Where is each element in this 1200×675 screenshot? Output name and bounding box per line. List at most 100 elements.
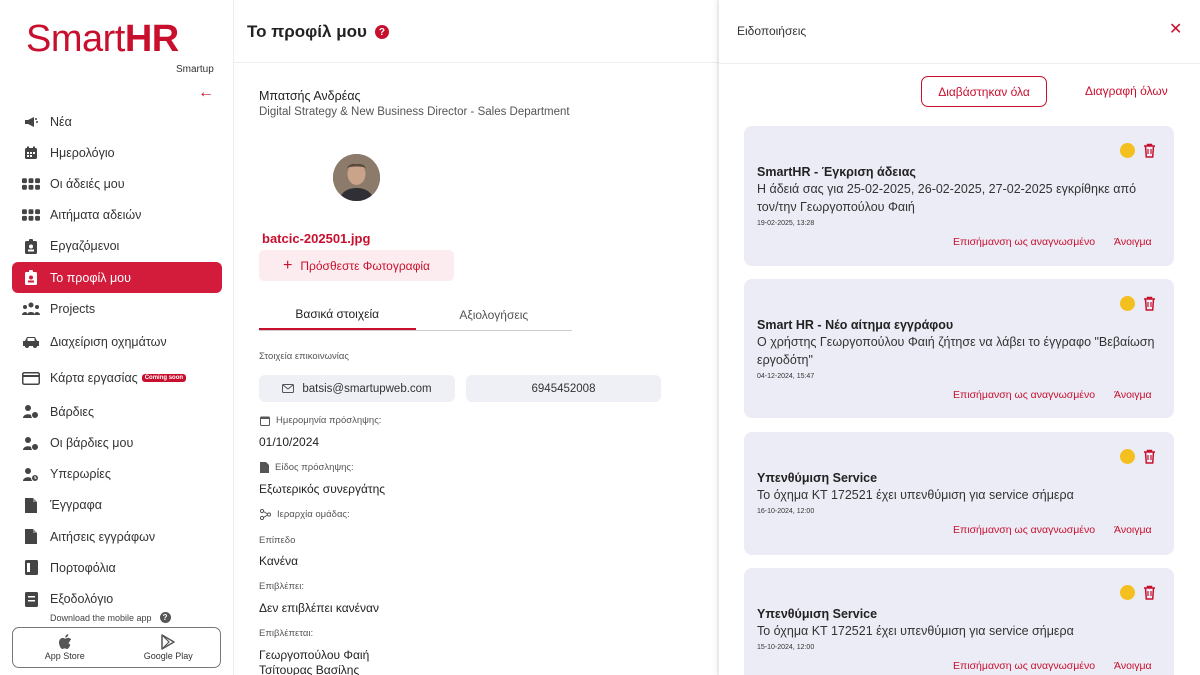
calendar-icon [22, 145, 40, 161]
mark-read-link[interactable]: Επισήμανση ως αναγνωσμένο [953, 524, 1095, 536]
card-icon [22, 370, 40, 386]
badge-icon [22, 238, 40, 254]
sidebar-item-label: Κάρτα εργασίας [50, 371, 138, 386]
close-icon[interactable]: ✕ [1169, 22, 1182, 38]
sidebar-item-label: Ημερολόγιο [50, 145, 115, 160]
document-icon [22, 497, 40, 513]
shift-icon [22, 435, 40, 451]
car-icon [22, 334, 40, 350]
notification-title: Υπενθύμιση Service [757, 471, 878, 485]
sidebar-item-overtime[interactable]: Υπερωρίες [12, 459, 222, 490]
open-link[interactable]: Άνοιγμα [1114, 524, 1152, 536]
mark-read-link[interactable]: Επισήμανση ως αναγνωσμένο [953, 389, 1095, 401]
sidebar: SmartHR Smartup ← Νέα Ημερολόγιο Οι άδει… [0, 0, 234, 675]
open-link[interactable]: Άνοιγμα [1114, 389, 1152, 401]
email-pill[interactable]: batsis@smartupweb.com [259, 375, 455, 402]
notification-body: Το όχημα ΚΤ 172521 έχει υπενθύμιση για s… [757, 488, 1074, 502]
sidebar-item-shifts[interactable]: Βάρδιες [12, 396, 222, 427]
collapse-sidebar-icon[interactable]: ← [198, 85, 214, 101]
sidebar-item-leave-requests[interactable]: Αιτήματα αδειών [12, 200, 222, 231]
trash-icon[interactable] [1143, 585, 1156, 600]
phone-pill[interactable]: 6945452008 [466, 375, 661, 402]
app-root: SmartHR Smartup ← Νέα Ημερολόγιο Οι άδει… [0, 0, 1200, 675]
sidebar-item-label: Έγγραφα [50, 498, 102, 513]
sidebar-item-work-card[interactable]: Κάρτα εργασίας Coming soon [12, 360, 222, 396]
app-store-button[interactable]: App Store [13, 628, 117, 667]
sidebar-item-projects[interactable]: Projects [12, 293, 222, 324]
receipt-icon [22, 591, 40, 607]
mark-read-link[interactable]: Επισήμανση ως αναγνωσμένο [953, 660, 1095, 672]
profile-tabs: Βασικά στοιχεία Αξιολογήσεις [259, 300, 572, 331]
notification-body: Το όχημα ΚΤ 172521 έχει υπενθύμιση για s… [757, 624, 1074, 638]
sidebar-item-news[interactable]: Νέα [12, 106, 222, 137]
download-app-text: Download the mobile app ? [50, 612, 171, 623]
help-icon[interactable]: ? [159, 612, 171, 623]
notification-card: Υπενθύμιση Service Το όχημα ΚΤ 172521 έχ… [744, 568, 1174, 675]
sidebar-item-label: Βάρδιες [50, 404, 95, 419]
notification-date: 04-12-2024, 15:47 [757, 373, 815, 380]
hierarchy-icon [260, 509, 271, 520]
notification-title: Υπενθύμιση Service [757, 607, 878, 621]
notification-card: SmartHR - Έγκριση άδειας Η άδειά σας για… [744, 126, 1174, 266]
help-icon[interactable]: ? [374, 25, 389, 39]
hierarchy-label-text: Ιεραρχία ομάδας: [277, 509, 350, 520]
hire-date-label-text: Ημερομηνία πρόσληψης: [276, 415, 382, 426]
notifications-title: Ειδοποιήσεις [737, 24, 807, 38]
tab-basic-info[interactable]: Βασικά στοιχεία [259, 300, 416, 330]
sidebar-item-document-requests[interactable]: Αιτήσεις εγγράφων [12, 521, 222, 552]
google-play-button[interactable]: Google Play [117, 628, 221, 667]
add-photo-button[interactable]: + Πρόσθεστε Φωτογραφία [259, 250, 454, 281]
sidebar-item-employees[interactable]: Εργαζόμενοι [12, 231, 222, 262]
document-icon [22, 529, 40, 545]
notification-body: Ο χρήστης Γεωργοπούλου Φαιή ζήτησε να λά… [757, 335, 1155, 367]
trash-icon[interactable] [1143, 449, 1156, 464]
sidebar-item-my-leaves[interactable]: Οι άδειές μου [12, 168, 222, 199]
sidebar-item-wallets[interactable]: Πορτοφόλια [12, 552, 222, 583]
hire-type-label: Είδος πρόσληψης: [260, 462, 354, 473]
notification-card: Υπενθύμιση Service Το όχημα ΚΤ 172521 έχ… [744, 432, 1174, 555]
sidebar-item-label: Υπερωρίες [50, 467, 111, 482]
photo-filename[interactable]: batcic-202501.jpg [262, 231, 370, 246]
megaphone-icon [22, 114, 40, 130]
hire-date-label: Ημερομηνία πρόσληψης: [260, 415, 381, 426]
calendar-outline-icon [260, 416, 270, 426]
coming-soon-badge: Coming soon [141, 374, 187, 383]
avatar[interactable] [333, 154, 380, 201]
open-link[interactable]: Άνοιγμα [1114, 660, 1152, 672]
panel-divider [719, 63, 1200, 64]
sidebar-item-my-shifts[interactable]: Οι βάρδιες μου [12, 428, 222, 459]
delete-all-button[interactable]: Διαγραφή όλων [1085, 84, 1168, 98]
logo[interactable]: SmartHR [26, 18, 179, 60]
sidebar-item-label: Διαχείριση οχημάτων [50, 335, 167, 350]
tab-evaluations[interactable]: Αξιολογήσεις [416, 300, 573, 330]
grid-icon [22, 207, 40, 223]
sidebar-item-label: Νέα [50, 114, 72, 129]
sidebar-item-expenses[interactable]: Εξοδολόγιο [12, 583, 222, 614]
mark-all-read-button[interactable]: Διαβάστηκαν όλα [921, 76, 1047, 107]
notification-body: Η άδειά σας για 25-02-2025, 26-02-2025, … [757, 182, 1137, 214]
notification-title: Smart HR - Νέο αίτημα εγγράφου [757, 318, 954, 332]
sidebar-item-label: Οι βάρδιες μου [50, 436, 134, 451]
unread-dot-icon [1120, 143, 1135, 158]
mark-read-link[interactable]: Επισήμανση ως αναγνωσμένο [953, 236, 1095, 248]
sidebar-item-label: Πορτοφόλια [50, 560, 116, 575]
app-store-links: App Store Google Play [12, 627, 221, 668]
app-store-label: App Store [44, 651, 85, 661]
supervises-label: Επιβλέπει: [259, 581, 304, 592]
sidebar-item-label: Projects [50, 301, 96, 316]
main-content: Το προφίλ μου ? Μπατσής Ανδρέας Digital … [234, 0, 720, 675]
sidebar-item-my-profile[interactable]: Το προφίλ μου [12, 261, 222, 294]
sidebar-item-label: Αιτήσεις εγγράφων [50, 529, 156, 544]
hire-type-value: Εξωτερικός συνεργάτης [259, 482, 386, 496]
supervised-by-label: Επιβλέπεται: [259, 628, 314, 639]
sidebar-item-vehicles[interactable]: Διαχείριση οχημάτων [12, 324, 222, 360]
file-icon [260, 462, 269, 473]
sidebar-item-calendar[interactable]: Ημερολόγιο [12, 137, 222, 168]
email-value: batsis@smartupweb.com [302, 382, 432, 395]
sidebar-item-documents[interactable]: Έγγραφα [12, 490, 222, 521]
open-link[interactable]: Άνοιγμα [1114, 236, 1152, 248]
badge-icon [22, 270, 40, 286]
trash-icon[interactable] [1143, 143, 1156, 158]
unread-dot-icon [1120, 296, 1135, 311]
trash-icon[interactable] [1143, 296, 1156, 311]
